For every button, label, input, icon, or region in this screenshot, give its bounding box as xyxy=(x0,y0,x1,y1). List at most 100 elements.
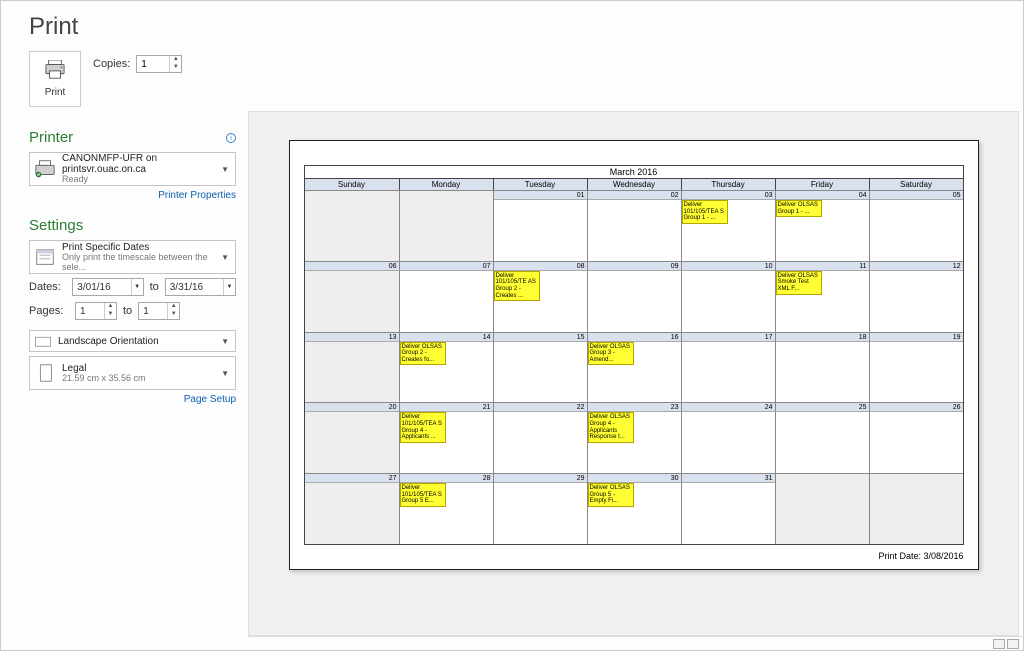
day-head: Thursday xyxy=(681,179,775,190)
day-number: 11 xyxy=(776,262,869,271)
day-number: 06 xyxy=(305,262,399,271)
calendar-cell xyxy=(869,473,963,544)
day-number: 28 xyxy=(400,474,493,483)
calendar-cell: 26 xyxy=(869,402,963,473)
day-head: Tuesday xyxy=(493,179,587,190)
print-button-label: Print xyxy=(45,87,66,98)
day-head: Wednesday xyxy=(587,179,681,190)
calendar-event: Deliver OLSAS Group 5 - Empty Fi... xyxy=(588,483,634,507)
date-to-input[interactable]: 3/31/16 ▼ xyxy=(165,278,236,296)
paper-size-dropdown[interactable]: Legal 21.59 cm x 35.56 cm ▼ xyxy=(29,356,236,390)
calendar-cell: 02 xyxy=(587,190,681,261)
calendar-cell xyxy=(305,190,399,261)
day-number: 24 xyxy=(682,403,775,412)
chevron-down-icon: ▼ xyxy=(223,279,235,295)
copies-spinbox[interactable]: 1 ▲▼ xyxy=(136,55,182,73)
calendar-cell: 13 xyxy=(305,332,399,403)
printer-section-title: Printer i xyxy=(29,129,236,146)
print-range-dropdown[interactable]: Print Specific Dates Only print the time… xyxy=(29,240,236,274)
calendar: March 2016 Sunday Monday Tuesday Wednesd… xyxy=(304,165,964,545)
dates-label: Dates: xyxy=(29,281,66,293)
calendar-cell: 30Deliver OLSAS Group 5 - Empty Fi... xyxy=(587,473,681,544)
calendar-cell: 14Deliver OLSAS Group 2 - Creates fo... xyxy=(399,332,493,403)
day-head: Friday xyxy=(775,179,869,190)
calendar-event: Deliver OLSAS Smoke Test XML F... xyxy=(776,271,822,295)
printer-section-label: Printer xyxy=(29,129,73,146)
day-number: 09 xyxy=(588,262,681,271)
info-icon[interactable]: i xyxy=(226,133,236,143)
day-number: 29 xyxy=(494,474,587,483)
calendar-cell: 21Deliver 101/105/TEA S Group 4 - Applic… xyxy=(399,402,493,473)
page-to-input[interactable]: 1 ▲▼ xyxy=(138,302,180,320)
day-number: 02 xyxy=(588,191,681,200)
calendar-cell: 16Deliver OLSAS Group 3 - Amend... xyxy=(587,332,681,403)
printer-device-icon xyxy=(34,158,56,180)
calendar-event: Deliver OLSAS Group 2 - Creates fo... xyxy=(400,342,446,366)
day-number: 27 xyxy=(305,474,399,483)
dates-row: Dates: 3/01/16 ▼ to 3/31/16 ▼ xyxy=(29,278,236,296)
calendar-event: Deliver 101/105/TEA S Group 5 E... xyxy=(400,483,446,507)
paper-main: Legal xyxy=(62,363,221,374)
paper-sub: 21.59 cm x 35.56 cm xyxy=(62,374,221,384)
calendar-row: 010203Deliver 101/105/TEA S Group 1 - ..… xyxy=(305,190,963,261)
chevron-down-icon: ▼ xyxy=(221,369,231,378)
calendar-cell: 04Deliver OLSAS Group 1 - ... xyxy=(775,190,869,261)
day-number: 04 xyxy=(776,191,869,200)
copies-label: Copies: xyxy=(93,58,130,70)
calendar-cell: 20 xyxy=(305,402,399,473)
day-number: 23 xyxy=(588,403,681,412)
calendar-cell: 27 xyxy=(305,473,399,544)
day-number: 15 xyxy=(494,333,587,342)
print-button[interactable]: Print xyxy=(29,51,81,107)
printer-dropdown[interactable]: CANONMFP-UFR on printsvr.ouac.on.ca Read… xyxy=(29,152,236,186)
day-head: Saturday xyxy=(869,179,963,190)
printer-name: CANONMFP-UFR on printsvr.ouac.on.ca xyxy=(62,153,221,175)
pages-label: Pages: xyxy=(29,305,69,317)
orientation-icon xyxy=(34,332,52,350)
page-from-input[interactable]: 1 ▲▼ xyxy=(75,302,117,320)
calendar-cell: 05 xyxy=(869,190,963,261)
backstage-print-view: Print Print Copies: 1 ▲▼ Printer i xyxy=(0,0,1024,651)
day-number: 31 xyxy=(682,474,775,483)
orientation-dropdown[interactable]: Landscape Orientation ▼ xyxy=(29,330,236,352)
to-label-2: to xyxy=(123,305,132,317)
view-button-2[interactable] xyxy=(1007,639,1019,649)
calendar-row: 2728Deliver 101/105/TEA S Group 5 E...29… xyxy=(305,473,963,544)
day-number: 08 xyxy=(494,262,587,271)
calendar-cell: 15 xyxy=(493,332,587,403)
calendar-cell: 24 xyxy=(681,402,775,473)
day-number: 10 xyxy=(682,262,775,271)
view-button-1[interactable] xyxy=(993,639,1005,649)
printer-icon xyxy=(44,60,66,85)
chevron-down-icon: ▼ xyxy=(221,165,231,174)
calendar-range-icon xyxy=(34,246,56,268)
calendar-event: Deliver 101/105/TE AS Group 2 - Creates … xyxy=(494,271,540,301)
settings-section-title: Settings xyxy=(29,217,236,234)
day-number: 07 xyxy=(400,262,493,271)
preview-page: March 2016 Sunday Monday Tuesday Wednesd… xyxy=(289,140,979,570)
day-number: 26 xyxy=(870,403,963,412)
calendar-cell: 29 xyxy=(493,473,587,544)
copies-value: 1 xyxy=(141,59,147,70)
print-range-main: Print Specific Dates xyxy=(62,242,221,253)
preview-area: March 2016 Sunday Monday Tuesday Wednesd… xyxy=(248,111,1019,636)
calendar-cell: 18 xyxy=(775,332,869,403)
calendar-cell xyxy=(399,190,493,261)
print-range-sub: Only print the timescale between the sel… xyxy=(62,253,221,273)
left-settings-panel: Print Print Copies: 1 ▲▼ Printer i xyxy=(1,1,248,650)
calendar-body: 010203Deliver 101/105/TEA S Group 1 - ..… xyxy=(305,190,963,544)
date-from-input[interactable]: 3/01/16 ▼ xyxy=(72,278,143,296)
calendar-cell: 28Deliver 101/105/TEA S Group 5 E... xyxy=(399,473,493,544)
settings-section-label: Settings xyxy=(29,217,83,234)
calendar-cell: 12 xyxy=(869,261,963,332)
calendar-cell: 06 xyxy=(305,261,399,332)
page-setup-link[interactable]: Page Setup xyxy=(29,394,236,405)
printer-properties-link[interactable]: Printer Properties xyxy=(29,190,236,201)
calendar-cell: 07 xyxy=(399,261,493,332)
chevron-down-icon: ▼ xyxy=(221,253,231,262)
calendar-cell: 31 xyxy=(681,473,775,544)
spinbox-arrows[interactable]: ▲▼ xyxy=(169,56,181,72)
calendar-event: Deliver OLSAS Group 1 - ... xyxy=(776,200,822,217)
calendar-cell: 22 xyxy=(493,402,587,473)
day-number: 19 xyxy=(870,333,963,342)
